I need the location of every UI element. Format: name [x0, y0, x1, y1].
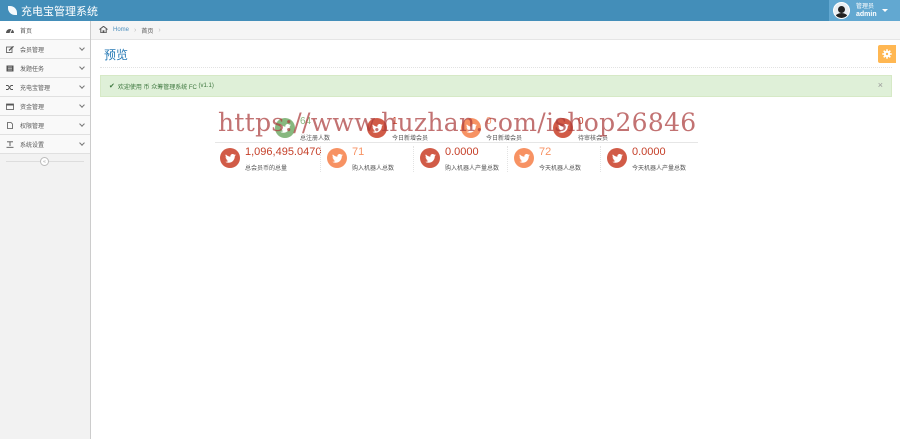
stat-label: 总注册人数: [300, 136, 331, 142]
dashboard-icon: [6, 27, 14, 34]
stat-value: 64: [300, 116, 312, 127]
stat-value: 71: [352, 146, 365, 158]
twitter-icon: [275, 118, 295, 138]
twitter-icon: [514, 148, 534, 168]
caret-down-icon: [881, 9, 888, 12]
calendar-icon: [6, 103, 14, 110]
stat-label: 今天机器人总数: [539, 166, 582, 172]
twitter-icon: [553, 118, 573, 138]
stat-value: 1: [392, 116, 398, 127]
stats-column-divider: [413, 146, 414, 172]
sidebar-item-label: 首页: [20, 28, 33, 35]
stats-divider: [215, 142, 698, 143]
user-menu[interactable]: 管理员 admin: [829, 0, 900, 21]
chevron-down-icon: [79, 45, 85, 51]
leaf-icon: [8, 6, 17, 15]
stats-column-divider: [507, 146, 508, 172]
breadcrumb-separator-icon: ›: [158, 26, 161, 34]
stats-column-divider: [320, 146, 321, 172]
stat-label: 总会员币的总量: [245, 166, 288, 172]
home-icon: [99, 25, 108, 35]
sidebar-item-powerbank[interactable]: 充电宝管理: [0, 78, 90, 97]
sidebar-item-label: 资金管理: [20, 104, 45, 111]
page-header-divider: [100, 67, 892, 68]
sidebar-item-label: 发题任务: [20, 66, 45, 73]
stat-label: 购入机器人总数: [352, 166, 395, 172]
welcome-alert: ✔ 欢迎使用 币 众筹管理系统 FC (v1.1) ×: [100, 75, 892, 97]
sidebar-item-permissions[interactable]: 权限管理: [0, 116, 90, 135]
twitter-icon: [220, 148, 240, 168]
list-icon: [6, 65, 14, 72]
sidebar-item-members[interactable]: 会员管理: [0, 40, 90, 59]
stat-value: 0.0000: [445, 146, 479, 158]
stat-label: 今日新增会员: [392, 136, 429, 142]
alert-version: (v1.1): [198, 83, 214, 89]
chevron-down-icon: [79, 64, 85, 70]
stat-value: 0.0000: [632, 146, 666, 158]
app-title: 充电宝管理系统: [21, 5, 98, 18]
sidebar-item-label: 权限管理: [20, 123, 45, 130]
chevron-down-icon: [79, 83, 85, 89]
sidebar-item-tasks[interactable]: 发题任务: [0, 59, 90, 78]
sidebar-item-label: 会员管理: [20, 47, 45, 54]
stat-label: 今天机器人产量总数: [632, 166, 687, 172]
avatar: [833, 2, 850, 19]
twitter-icon: [367, 118, 387, 138]
check-icon: ✔: [109, 83, 115, 90]
chevron-down-icon: [79, 140, 85, 146]
alert-close-button[interactable]: ×: [878, 80, 883, 90]
twitter-icon: [607, 148, 627, 168]
sidebar-item-label: 系统设置: [20, 142, 45, 149]
gear-icon: [882, 49, 892, 59]
stat-label: 购入机器人产量总数: [445, 166, 500, 172]
stat-value: 0: [578, 116, 584, 127]
shuffle-icon: [6, 84, 14, 91]
stat-value: 1,096,495.0470: [245, 146, 322, 158]
user-name: admin: [856, 10, 877, 18]
sidebar-collapse-button[interactable]: «: [40, 157, 49, 166]
user-info: 管理员 admin: [856, 4, 877, 18]
file-icon: [6, 121, 14, 129]
chevron-down-icon: [79, 102, 85, 108]
sidebar-item-funds[interactable]: 资金管理: [0, 97, 90, 116]
text-width-icon: [6, 140, 14, 148]
settings-button[interactable]: [878, 45, 896, 63]
sidebar: 首页 会员管理 发题任务 充电宝管理 资金管理 权限管理 系统设置 «: [0, 21, 91, 439]
edit-icon: [6, 45, 14, 53]
sidebar-item-label: 充电宝管理: [20, 85, 51, 92]
sidebar-collapse-bar: «: [0, 154, 90, 168]
breadcrumb-separator-icon: ›: [134, 26, 137, 34]
breadcrumb: Home › 首页 ›: [91, 21, 900, 40]
stats-column-divider: [600, 146, 601, 172]
page-title: 预览: [104, 48, 129, 62]
stat-value: 72: [539, 146, 552, 158]
chevron-down-icon: [79, 121, 85, 127]
brand[interactable]: 充电宝管理系统: [8, 3, 98, 18]
sidebar-item-home[interactable]: 首页: [0, 21, 90, 40]
top-navbar: 充电宝管理系统 管理员 admin: [0, 0, 900, 21]
alert-message: 欢迎使用 币 众筹管理系统 FC: [117, 84, 197, 91]
sidebar-item-settings[interactable]: 系统设置: [0, 135, 90, 154]
breadcrumb-home-link[interactable]: Home: [113, 27, 129, 33]
twitter-icon: [327, 148, 347, 168]
breadcrumb-current: 首页: [141, 28, 154, 35]
stat-value: 0: [486, 116, 492, 127]
user-role: 管理员: [856, 3, 875, 10]
stat-label: 待审核会员: [578, 136, 609, 142]
double-chevron-left-icon: «: [43, 158, 46, 165]
stat-label: 今日新增会员: [486, 136, 523, 142]
twitter-icon: [420, 148, 440, 168]
twitter-icon: [461, 118, 481, 138]
